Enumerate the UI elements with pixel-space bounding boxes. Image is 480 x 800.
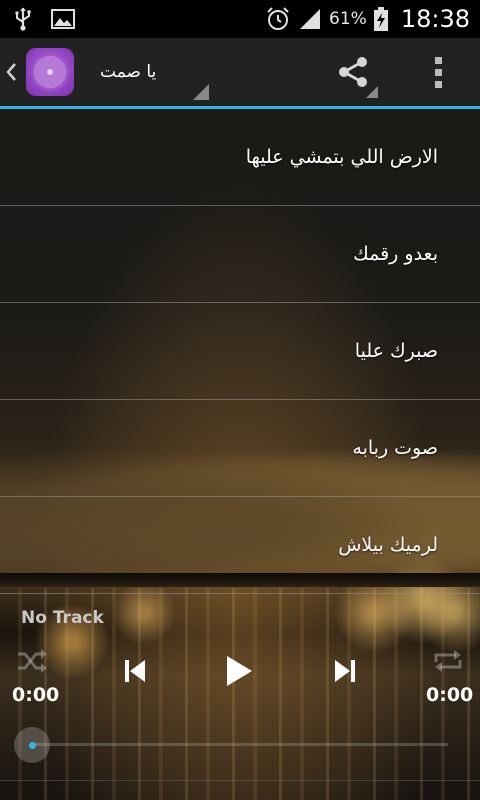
play-icon bbox=[227, 656, 252, 686]
overflow-dot bbox=[434, 68, 442, 76]
song-item[interactable]: صبرك عليا bbox=[0, 303, 480, 400]
next-icon bbox=[335, 660, 355, 682]
share-dropdown-indicator-icon bbox=[366, 86, 378, 98]
song-title: صبرك عليا bbox=[354, 340, 438, 362]
divider bbox=[0, 780, 480, 781]
disc-icon bbox=[31, 53, 69, 91]
play-button[interactable] bbox=[218, 650, 260, 692]
seek-thumb-dot bbox=[28, 741, 36, 749]
signal-icon bbox=[297, 6, 323, 32]
song-item[interactable]: صوت ربابه bbox=[0, 400, 480, 497]
usb-icon bbox=[10, 6, 36, 32]
shuffle-button[interactable] bbox=[14, 646, 50, 676]
battery-charging-icon bbox=[373, 6, 389, 32]
repeat-icon bbox=[434, 650, 462, 672]
clock: 18:38 bbox=[400, 5, 470, 33]
song-list: الارض اللي بتمشي عليها بعدو رقمك صبرك عل… bbox=[0, 109, 480, 594]
repeat-button[interactable] bbox=[430, 646, 466, 676]
elapsed-time: 0:00 bbox=[12, 684, 60, 706]
overflow-dot bbox=[434, 80, 442, 88]
now-playing-track: No Track bbox=[21, 608, 104, 628]
total-time: 0:00 bbox=[426, 684, 474, 706]
previous-button[interactable] bbox=[118, 654, 152, 688]
song-item[interactable]: الارض اللي بتمشي عليها bbox=[0, 109, 480, 206]
seek-thumb[interactable] bbox=[14, 727, 50, 763]
image-icon bbox=[50, 6, 76, 32]
song-title: صوت ربابه bbox=[352, 437, 438, 459]
action-bar: يا صمت bbox=[0, 38, 480, 109]
battery-percent: 61% bbox=[329, 9, 367, 29]
song-item[interactable]: لرميك بيلاش bbox=[0, 497, 480, 594]
shuffle-icon bbox=[18, 649, 47, 673]
overflow-dot bbox=[434, 56, 442, 64]
song-item[interactable]: بعدو رقمك bbox=[0, 206, 480, 303]
alarm-icon bbox=[265, 6, 291, 32]
next-button[interactable] bbox=[328, 654, 362, 688]
song-title: بعدو رقمك bbox=[353, 243, 438, 265]
share-icon bbox=[339, 57, 367, 87]
app-logo[interactable] bbox=[26, 48, 74, 96]
page-title: يا صمت bbox=[100, 62, 157, 82]
seek-bar[interactable] bbox=[32, 743, 448, 746]
overflow-menu-button[interactable] bbox=[418, 38, 458, 106]
status-bar: 61% 18:38 bbox=[0, 0, 480, 38]
chevron-left-icon[interactable] bbox=[0, 38, 22, 106]
song-title: لرميك بيلاش bbox=[338, 534, 438, 556]
spinner-indicator-icon bbox=[193, 84, 209, 100]
previous-icon bbox=[125, 660, 145, 682]
song-title: الارض اللي بتمشي عليها bbox=[245, 146, 438, 168]
